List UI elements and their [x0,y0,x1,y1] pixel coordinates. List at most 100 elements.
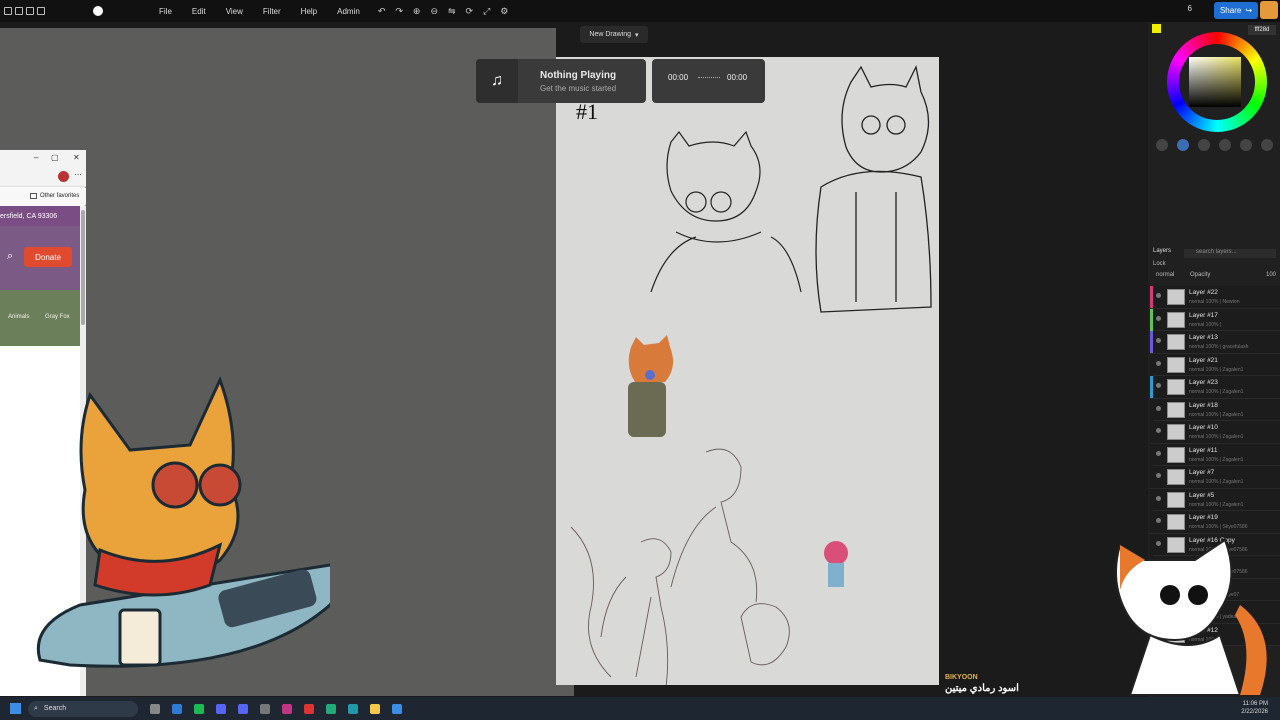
app-icon[interactable] [304,703,314,714]
eye-icon[interactable] [1156,473,1161,478]
brush-icon[interactable] [1177,139,1189,151]
brush-icon[interactable] [1219,139,1231,151]
menu-help[interactable]: Help [291,7,327,16]
layer-row[interactable]: Layer #7 normal 100% | Zagalen1 [1150,466,1280,489]
window-icons [0,7,45,15]
settings-icon[interactable]: ⚙ [500,6,508,17]
tile-icon[interactable] [37,7,45,15]
eye-icon[interactable] [1156,428,1161,433]
windows-start-icon[interactable] [10,703,21,714]
app-icon[interactable] [282,703,292,714]
menu-view[interactable]: View [216,7,253,16]
share-button[interactable]: Share ↪ [1214,2,1258,19]
profile-avatar-icon[interactable] [58,171,69,182]
drawing-canvas[interactable]: #1 [556,57,939,685]
brush-presets [1156,139,1280,151]
sketch-group-bottom [570,448,790,685]
breadcrumb-animals[interactable]: Animals [8,314,29,320]
close-icon[interactable]: ✕ [73,153,80,162]
brush-icon[interactable] [1198,139,1210,151]
tile-icon[interactable] [15,7,23,15]
sketch-pink-chibi [824,541,848,587]
app-icon[interactable] [260,703,270,714]
app-icon[interactable] [392,703,402,714]
tile-icon[interactable] [26,7,34,15]
music-note-icon[interactable]: ♫ [476,59,518,103]
breadcrumb: Animals Gray Fox [0,290,80,346]
maximize-icon[interactable]: ▢ [51,153,59,162]
layer-color-tag [1150,376,1153,398]
color-hex-value[interactable]: fff28d [1248,25,1276,35]
brush-icon[interactable] [1261,139,1273,151]
rotate-icon[interactable]: ⟳ [466,6,474,17]
search-icon[interactable]: ⌕ [7,250,13,263]
layer-row[interactable]: Layer #13 normal 100% | gracefulash [1150,331,1280,354]
taskbar-search[interactable]: ⌕ Search [28,700,138,717]
fullscreen-icon[interactable]: ⤢ [483,6,490,17]
eye-icon[interactable] [1156,450,1161,456]
layer-name: Layer #10 [1189,424,1218,431]
app-logo-icon[interactable] [93,6,103,16]
tile-icon[interactable] [4,7,12,15]
discord-icon[interactable] [238,703,248,714]
user-avatar[interactable] [1260,1,1278,19]
eye-icon[interactable] [1156,360,1161,366]
layer-name: Layer #5 [1189,491,1215,499]
chat-text: اسود رمادي ميتين [945,683,1019,694]
layer-name: Layer #22 [1189,289,1218,296]
discord-icon[interactable] [216,703,226,714]
layer-search-input[interactable]: search layers... [1184,249,1276,258]
layer-color-tag [1150,421,1153,443]
layer-meta: normal 100% | Zagalen1 [1189,456,1244,463]
task-view-icon[interactable] [150,703,160,714]
menu-admin[interactable]: Admin [327,7,370,16]
eye-icon[interactable] [1156,293,1161,298]
layer-color-tag [1150,331,1153,353]
app-icon[interactable] [326,703,336,714]
redo-icon[interactable]: ↷ [395,6,403,17]
donate-button[interactable]: Donate [24,247,72,267]
opacity-value[interactable]: 100 [1266,272,1276,278]
eye-icon[interactable] [1156,338,1161,343]
brush-icon[interactable] [1156,139,1168,151]
flip-icon[interactable]: ⇋ [448,6,456,17]
file-explorer-icon[interactable] [370,703,380,714]
layer-name: Layer #17 [1189,311,1218,319]
app-icon[interactable] [348,703,358,714]
scrollbar-thumb[interactable] [81,210,85,325]
more-icon[interactable]: ⋯ [74,170,82,179]
layer-row[interactable]: Layer #11 normal 100% | Zagalen1 [1150,443,1280,466]
zoom-in-icon[interactable]: ⊕ [413,6,421,17]
zoom-out-icon[interactable]: ⊖ [430,6,438,17]
layer-row[interactable]: Layer #22 normal 100% | Newton [1150,286,1280,309]
breadcrumb-gray-fox[interactable]: Gray Fox [45,314,70,320]
eye-icon[interactable] [1156,315,1161,321]
layer-row[interactable]: Layer #21 normal 100% | Zagalen1 [1150,353,1280,376]
menu-filter[interactable]: Filter [253,7,291,16]
menu-file[interactable]: File [149,7,182,16]
blend-mode-select[interactable]: normal [1150,272,1174,278]
edge-icon[interactable] [172,703,182,714]
favorites-folder[interactable]: Other favorites [40,193,79,199]
saturation-square[interactable] [1189,57,1241,107]
brush-icon[interactable] [1240,139,1252,151]
menu-edit[interactable]: Edit [182,7,216,16]
layer-row[interactable]: Layer #10 normal 100% | Zagalen1 [1150,421,1280,444]
spotify-icon[interactable] [194,703,204,714]
taskbar-search-label: Search [43,705,67,712]
eye-icon[interactable] [1156,495,1161,501]
layer-row[interactable]: Layer #17 normal 100% | [1150,308,1280,331]
primary-color-swatch[interactable] [1152,24,1161,33]
undo-icon[interactable]: ↶ [378,6,386,17]
layer-row[interactable]: Layer #18 normal 100% | Zagalen1 [1150,398,1280,421]
share-arrow-icon: ↪ [1245,6,1253,15]
music-progress-bar[interactable] [698,77,720,80]
eye-icon[interactable] [1156,405,1161,411]
eye-icon[interactable] [1156,383,1161,388]
layer-row[interactable]: Layer #23 normal 100% | Zagalen1 [1150,376,1280,399]
minimize-icon[interactable]: – [34,153,38,162]
layer-thumbnail [1167,446,1185,463]
system-clock[interactable]: 11:06 PM 2/22/2026 [1241,700,1268,716]
document-title-dropdown[interactable]: New Drawing ▾ [580,26,648,43]
sketch-boy-with-glasses [650,130,802,293]
